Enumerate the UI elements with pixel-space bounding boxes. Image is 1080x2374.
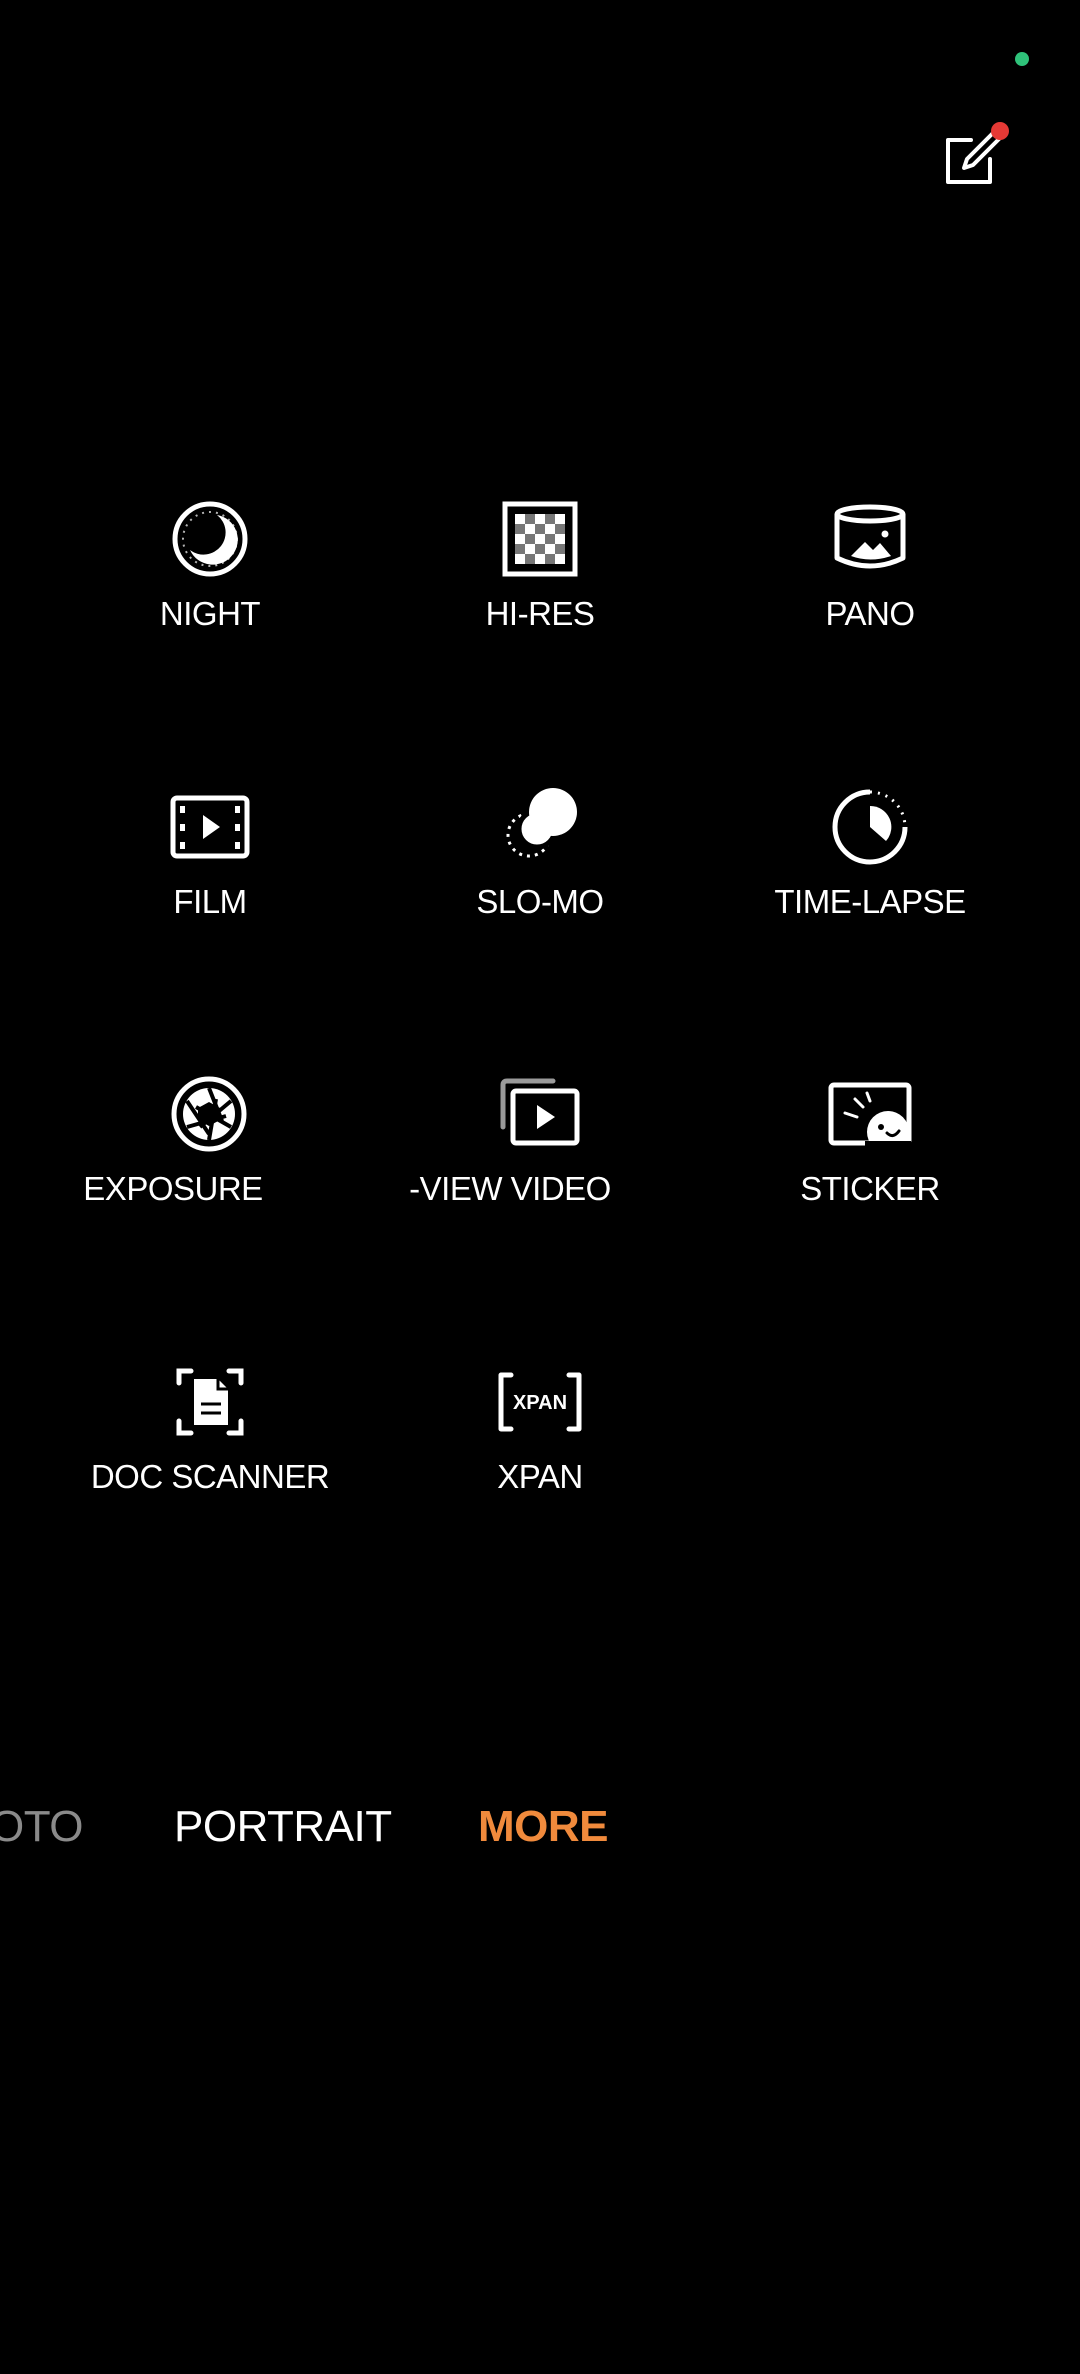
- mode-label: FILM: [173, 883, 247, 920]
- mode-label: SLO-MO: [476, 883, 604, 920]
- mode-hi-res[interactable]: HI-RES: [360, 494, 720, 694]
- mode-label: HI-RES: [485, 595, 595, 632]
- pano-icon: [825, 494, 915, 584]
- xpan-icon-text: XPAN: [513, 1392, 567, 1414]
- mode-dual-view-video[interactable]: -VIEW VIDEO: [330, 1069, 690, 1269]
- mode-sticker[interactable]: STICKER: [690, 1069, 1050, 1269]
- mode-doc-scanner[interactable]: DOC SCANNER: [30, 1357, 390, 1557]
- slo-mo-icon: [495, 782, 585, 872]
- mode-label: XPAN: [497, 1458, 583, 1495]
- mode-time-lapse[interactable]: TIME-LAPSE: [690, 782, 1050, 982]
- privacy-indicator-dot: [1015, 52, 1029, 66]
- film-icon: [165, 782, 255, 872]
- night-moon-icon: [165, 494, 255, 584]
- mode-slo-mo[interactable]: SLO-MO: [360, 782, 720, 982]
- mode-exposure[interactable]: EXPOSURE: [0, 1069, 353, 1269]
- sticker-icon: [825, 1069, 915, 1159]
- mode-label: STICKER: [800, 1170, 940, 1207]
- xpan-icon: XPAN: [495, 1357, 585, 1447]
- mode-label: TIME-LAPSE: [774, 883, 966, 920]
- mode-xpan[interactable]: XPAN XPAN: [360, 1357, 720, 1557]
- dual-view-video-icon: [495, 1069, 585, 1159]
- notification-badge: [991, 122, 1009, 140]
- mode-label: NIGHT: [159, 595, 261, 632]
- mode-label: -VIEW VIDEO: [409, 1170, 611, 1207]
- time-lapse-icon: [825, 782, 915, 872]
- mode-night[interactable]: NIGHT: [30, 494, 390, 694]
- mode-tab-portrait[interactable]: PORTRAIT: [174, 1802, 392, 1852]
- hi-res-checker-icon: [495, 494, 585, 584]
- edit-modes-button[interactable]: [938, 118, 1012, 192]
- mode-label: PANO: [825, 595, 915, 632]
- doc-scanner-icon: [165, 1357, 255, 1447]
- mode-label: EXPOSURE: [83, 1170, 263, 1207]
- mode-tab-photo[interactable]: OTO: [0, 1802, 84, 1852]
- mode-pano[interactable]: PANO: [690, 494, 1050, 694]
- mode-tab-more[interactable]: MORE: [478, 1802, 609, 1852]
- mode-film[interactable]: FILM: [30, 782, 390, 982]
- aperture-icon: [164, 1069, 254, 1159]
- mode-label: DOC SCANNER: [90, 1458, 330, 1495]
